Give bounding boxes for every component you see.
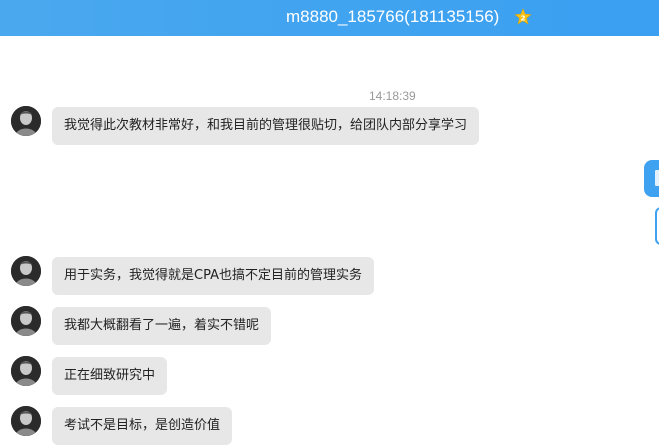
chat-window: m8880_185766(181135156) 2 14:18:39 我觉得此次… [0, 0, 659, 446]
message-bubble: 我都大概翻看了一遍，着实不错呢 [52, 307, 272, 345]
message-bubble: 考试不是目标，是创造价值 [52, 407, 233, 445]
contact-avatar[interactable] [11, 256, 41, 286]
contact-avatar[interactable] [11, 306, 41, 336]
outgoing-message-bubble [655, 207, 659, 245]
message-bubble: 正在细致研究中 [52, 357, 168, 395]
contact-avatar[interactable] [11, 406, 41, 436]
contact-avatar[interactable] [11, 356, 41, 386]
message-row: 用于实务，我觉得就是CPA也搞不定目前的管理实务 [0, 256, 659, 296]
message-row: 我都大概翻看了一遍，着实不错呢 [0, 306, 659, 346]
contact-title: m8880_185766(181135156) [286, 7, 500, 26]
outgoing-message-bubble [644, 160, 659, 197]
message-bubble: 我觉得此次教材非常好，和我目前的管理很贴切，给团队内部分享学习 [52, 107, 480, 145]
message-row: 正在细致研究中 [0, 356, 659, 396]
chat-header: m8880_185766(181135156) 2 [0, 0, 659, 36]
message-timestamp: 14:18:39 [369, 89, 416, 103]
contact-avatar[interactable] [11, 106, 41, 136]
message-row: 我觉得此次教材非常好，和我目前的管理很贴切，给团队内部分享学习 [0, 106, 659, 146]
message-row: 考试不是目标，是创造价值 [0, 406, 659, 446]
star-badge-icon: 2 [514, 8, 532, 26]
svg-text:2: 2 [521, 15, 526, 23]
message-bubble: 用于实务，我觉得就是CPA也搞不定目前的管理实务 [52, 257, 374, 295]
